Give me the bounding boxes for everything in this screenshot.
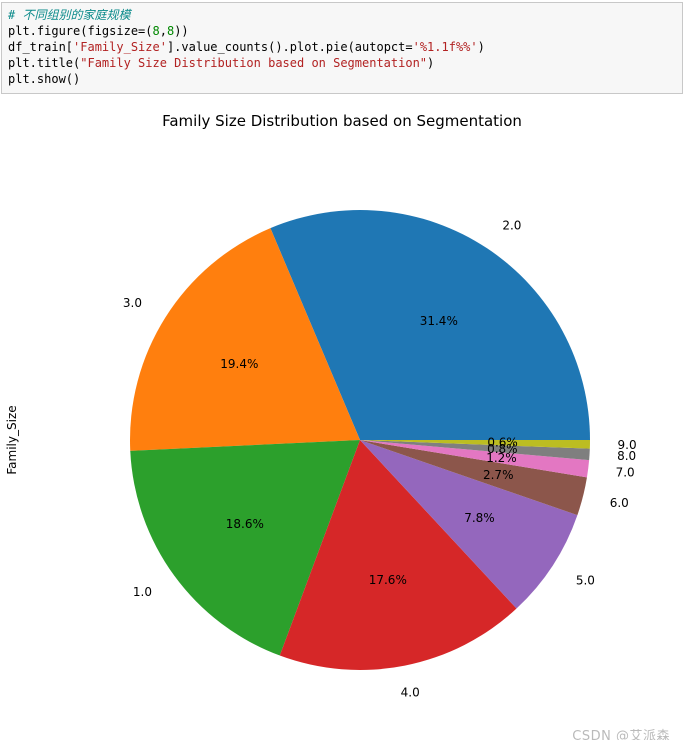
code-text: df_train[ [8, 40, 73, 54]
code-cell: # 不同组别的家庭规模 plt.figure(figsize=(8,8)) df… [1, 2, 683, 94]
slice-label: 6.0 [610, 496, 629, 510]
code-comment: # 不同组别的家庭规模 [8, 8, 130, 22]
slice-label: 4.0 [401, 686, 420, 700]
chart-area: Family_Size 2.031.4%3.019.4%1.018.6%4.01… [0, 130, 684, 740]
code-text: =( [138, 24, 152, 38]
slice-label: 9.0 [618, 438, 637, 452]
code-text: plt.figure(figsize [8, 24, 138, 38]
slice-label: 1.0 [133, 585, 152, 599]
code-text: plt.show() [8, 72, 80, 86]
code-text: ) [427, 56, 434, 70]
code-text: ].value_counts().plot.pie(autopct [167, 40, 405, 54]
slice-label: 3.0 [123, 296, 142, 310]
code-text: , [160, 24, 167, 38]
code-string: 'Family_Size' [73, 40, 167, 54]
code-text: = [405, 40, 412, 54]
pie-chart: 2.0 31.4% 3.0 19.4% 1.0 18.6% 4.0 17.6% 5.0 7.8% 6… [0, 130, 684, 740]
slice-label: 7.0 [616, 465, 635, 479]
pct-label: 2.7% [483, 468, 514, 482]
pct-label: 17.6% [369, 573, 407, 587]
code-string: '%1.1f%%' [413, 40, 478, 54]
pct-label: 0.6% [487, 436, 518, 450]
chart-title: Family Size Distribution based on Segmen… [0, 112, 684, 130]
code-number: 8 [153, 24, 160, 38]
code-string: "Family Size Distribution based on Segme… [80, 56, 427, 70]
pct-label: 19.4% [220, 357, 258, 371]
slice-label: 5.0 [576, 574, 595, 588]
pct-label: 7.8% [464, 511, 495, 525]
pct-label: 31.4% [420, 314, 458, 328]
code-text: plt.title( [8, 56, 80, 70]
code-text: )) [174, 24, 188, 38]
code-text: ) [478, 40, 485, 54]
slice-label: 2.0 [502, 218, 521, 232]
pct-label: 18.6% [226, 517, 264, 531]
watermark: CSDN @艾派森 [572, 725, 670, 740]
